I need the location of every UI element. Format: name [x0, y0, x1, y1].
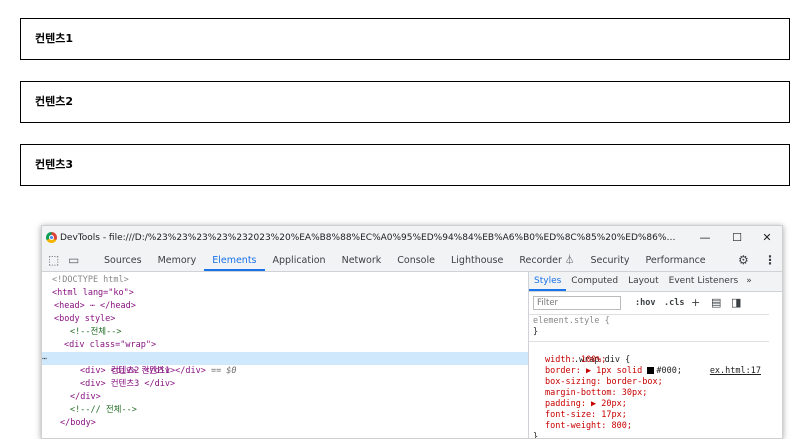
decl-box-sizing[interactable]: box-sizing: border-box; — [545, 377, 777, 388]
color-swatch-icon[interactable] — [647, 367, 655, 374]
subtab-more-icon[interactable]: » — [743, 272, 755, 291]
tab-sources[interactable]: Sources — [96, 250, 150, 271]
decl-border[interactable]: border: ▶ 1px solid #000; — [545, 366, 777, 377]
dom-dots-icon[interactable]: ⋯ — [42, 352, 54, 365]
dom-doctype[interactable]: <!DOCTYPE html> — [42, 274, 528, 287]
style-rules: element.style { } .wrap div { ex.html:17… — [529, 316, 769, 438]
dom-comment-end[interactable]: <!--// 전체--> — [42, 404, 528, 417]
decl-margin-bottom[interactable]: margin-bottom: 30px; — [545, 388, 777, 399]
tab-security[interactable]: Security — [582, 250, 637, 271]
decl-border-text: border: ▶ 1px solid — [545, 366, 643, 376]
tab-console[interactable]: Console — [389, 250, 443, 271]
dom-div-2-text: <div> 컨텐츠2 </div> — [80, 366, 176, 376]
dom-comment-start[interactable]: <!--전체--> — [42, 326, 528, 339]
styles-filter-row: :hov .cls + ▤ ◨ — [529, 292, 769, 315]
dom-div-3[interactable]: <div> 컨텐츠3 </div> — [42, 378, 528, 391]
panel-tabs: Sources Memory Elements Application Netw… — [96, 250, 714, 271]
decl-border-color: #000; — [656, 366, 682, 376]
devtools-window: DevTools - file:///D:/%23%23%23%23%23202… — [41, 225, 783, 439]
subtab-layout[interactable]: Layout — [623, 272, 664, 291]
styles-panel: Styles Computed Layout Event Listeners »… — [528, 272, 782, 438]
maximize-button[interactable]: ☐ — [722, 226, 752, 250]
decl-font-size[interactable]: font-size: 17px; — [545, 410, 777, 421]
hov-toggle[interactable]: :hov — [635, 296, 655, 310]
subtab-styles[interactable]: Styles — [529, 272, 567, 291]
dom-head-text: <head> ⋯ </head> — [54, 301, 136, 311]
decl-padding[interactable]: padding: ▶ 20px; — [545, 399, 777, 410]
device-toolbar-icon[interactable]: ▭ — [68, 251, 79, 270]
close-button[interactable]: ✕ — [752, 226, 782, 250]
tab-elements[interactable]: Elements — [204, 250, 265, 271]
cls-toggle[interactable]: .cls — [664, 296, 684, 310]
tab-recorder[interactable]: Recorder ⏃ — [511, 250, 582, 271]
dom-div-close-text: </div> — [70, 392, 101, 402]
dom-body-close[interactable]: </body> — [42, 417, 528, 430]
dom-div-3-text: <div> 컨텐츠3 </div> — [80, 379, 176, 389]
decl-width[interactable]: width: 100%; — [545, 355, 777, 366]
decl-font-weight[interactable]: font-weight: 800; — [545, 421, 777, 432]
paint-brush-icon[interactable]: ▤ — [711, 295, 721, 310]
subtab-event-listeners[interactable]: Event Listeners — [664, 272, 744, 291]
devtools-titlebar[interactable]: DevTools - file:///D:/%23%23%23%23%23202… — [42, 226, 782, 250]
sidebar-toggle-icon[interactable]: ◨ — [731, 295, 741, 310]
tab-application[interactable]: Application — [265, 250, 334, 271]
tab-network[interactable]: Network — [334, 250, 390, 271]
window-title: DevTools - file:///D:/%23%23%23%23%23202… — [60, 233, 680, 243]
dom-head[interactable]: <head> ⋯ </head> — [42, 300, 528, 313]
tab-performance[interactable]: Performance — [637, 250, 713, 271]
dom-comment-start-text: <!--전체--> — [70, 327, 122, 337]
tab-memory[interactable]: Memory — [150, 250, 205, 271]
devtools-tabbar: ⬚ ▭ Sources Memory Elements Application … — [42, 250, 782, 272]
minimize-button[interactable]: — — [690, 226, 720, 250]
styles-filter-input[interactable] — [533, 296, 621, 310]
elements-tree: <!DOCTYPE html> <html lang="ko"> <head> … — [42, 272, 528, 438]
settings-gear-icon[interactable]: ⚙ — [738, 251, 749, 270]
new-rule-icon[interactable]: + — [691, 295, 700, 310]
content-box-3: 컨텐츠3 — [20, 144, 790, 186]
dom-div-2[interactable]: <div> 컨텐츠2 </div> — [42, 365, 528, 378]
wrap-div-rule-close: } — [533, 432, 539, 438]
dom-comment-end-text: <!--// 전체--> — [70, 405, 137, 415]
content-box-2: 컨텐츠2 — [20, 81, 790, 123]
inspect-element-icon[interactable]: ⬚ — [48, 251, 59, 270]
more-options-icon[interactable]: ⋮ — [764, 251, 776, 270]
element-style-close: } — [533, 327, 539, 337]
dom-body-open[interactable]: <body style> — [42, 313, 528, 326]
rule-separator — [529, 341, 769, 342]
dom-body-close-text: </body> — [60, 418, 96, 428]
subtab-computed[interactable]: Computed — [566, 272, 623, 291]
dom-html-open[interactable]: <html lang="ko"> — [42, 287, 528, 300]
element-style-selector[interactable]: element.style { — [533, 316, 765, 327]
dom-div-wrap-text: <div class="wrap"> — [64, 340, 157, 350]
dom-div-wrap[interactable]: <div class="wrap"> — [42, 339, 528, 352]
content-box-1: 컨텐츠1 — [20, 18, 790, 60]
styles-subtabs: Styles Computed Layout Event Listeners » — [529, 272, 782, 292]
dom-div-1-selected[interactable]: ⋯ <div> 컨텐츠1 </div> == $0 — [42, 352, 528, 376]
page-content: 컨텐츠1 컨텐츠2 컨텐츠3 — [0, 0, 800, 210]
tab-lighthouse[interactable]: Lighthouse — [443, 250, 511, 271]
dom-div-close[interactable]: </div> — [42, 391, 528, 404]
dom-body-text: <body style> — [54, 314, 116, 324]
wrap-div-rule[interactable]: .wrap div { ex.html:17 — [533, 344, 765, 376]
chrome-icon — [46, 232, 57, 243]
